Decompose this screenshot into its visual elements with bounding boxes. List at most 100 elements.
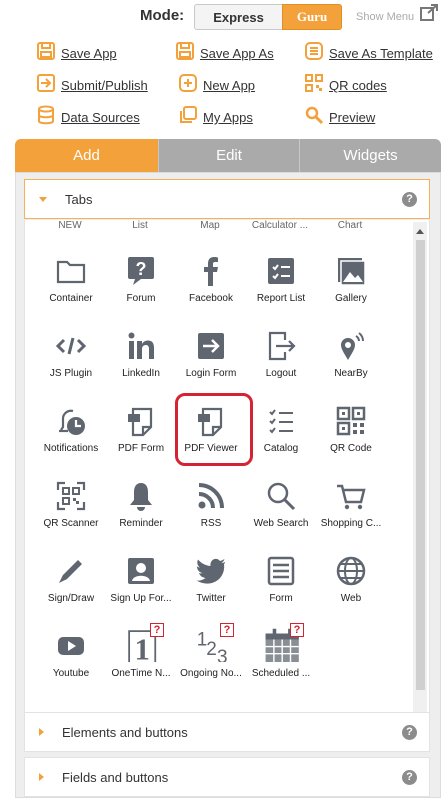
save-app-link[interactable]: Save App [36, 41, 117, 61]
widget-form[interactable]: Form [246, 555, 316, 630]
my-apps-link[interactable]: My Apps [178, 105, 253, 125]
notifications-icon [59, 409, 85, 435]
widget-nearby[interactable]: NearBy [316, 330, 386, 405]
widget-web[interactable]: Web [316, 555, 386, 630]
widget-container[interactable]: Container [36, 255, 106, 330]
tab-edit[interactable]: Edit [158, 139, 299, 172]
widget-label: NearBy [334, 368, 368, 379]
widget-forum[interactable]: ? Forum [106, 255, 176, 330]
save-as-template-link[interactable]: Save As Template [304, 41, 433, 61]
widget-logout[interactable]: Logout [246, 330, 316, 405]
new-app-link[interactable]: New App [178, 73, 255, 93]
save-icon [37, 42, 55, 60]
widget-report-list[interactable]: Report List [246, 255, 316, 330]
show-menu-link[interactable]: Show Menu [356, 11, 414, 23]
widget-facebook[interactable]: Facebook [176, 255, 246, 330]
widget-reminder[interactable]: Reminder [106, 480, 176, 555]
help-badge: ? [220, 623, 234, 637]
help-icon[interactable]: ? [402, 191, 417, 207]
accordion-title: Elements and buttons [62, 724, 188, 740]
tab-widgets[interactable]: Widgets [299, 139, 441, 172]
help-icon[interactable]: ? [402, 724, 417, 740]
login-icon [198, 333, 224, 359]
widget-catalog[interactable]: Catalog [246, 405, 316, 480]
widget-twitter[interactable]: Twitter [176, 555, 246, 630]
widget-youtube[interactable]: Youtube [36, 630, 106, 705]
signup-icon [128, 558, 154, 584]
submit-publish-link[interactable]: Submit/Publish [36, 73, 148, 93]
tab-add[interactable]: Add [15, 139, 158, 172]
widget-label: Chart [337, 220, 363, 231]
save-app-as-label: Save App As [200, 46, 274, 61]
accordion-title: Fields and buttons [62, 769, 169, 785]
catalog-icon [269, 409, 293, 434]
help-badge: ? [150, 623, 164, 637]
widget-shopping-cart[interactable]: Shopping C... [316, 480, 386, 555]
widget-label: Shopping C... [320, 518, 382, 529]
qr-codes-label: QR codes [329, 78, 387, 93]
save-app-as-link[interactable]: Save App As [175, 41, 274, 61]
widget-qr-code[interactable]: QR Code [316, 405, 386, 480]
accordion-title: Tabs [65, 191, 93, 207]
report-list-icon [268, 258, 294, 284]
template-icon [305, 42, 323, 60]
svg-text:?: ? [136, 259, 147, 279]
svg-text:2: 2 [206, 639, 217, 660]
widget-label: Scheduled ... [251, 668, 311, 679]
external-link-icon[interactable] [420, 3, 440, 21]
qr-code-icon [305, 74, 323, 92]
accordion-elements-and-buttons[interactable]: Elements and buttons ? [24, 712, 430, 752]
linkedin-icon [128, 332, 154, 359]
submit-icon [37, 74, 55, 92]
widget-sign-up-form[interactable]: Sign Up For... [106, 555, 176, 630]
mode-guru-button[interactable]: Guru [282, 4, 342, 30]
scroll-up-icon[interactable] [416, 229, 424, 234]
help-icon[interactable]: ? [402, 769, 417, 785]
widget-grid-scrollbar[interactable] [413, 222, 427, 727]
twitter-icon [196, 558, 225, 584]
widget-pdf-form[interactable]: PDF Form [106, 405, 176, 480]
chevron-down-icon [39, 196, 47, 202]
question-icon: ? [128, 257, 154, 285]
accordion-fields-and-buttons[interactable]: Fields and buttons ? [24, 757, 430, 797]
preview-label: Preview [329, 110, 376, 125]
rss-icon [198, 483, 224, 509]
pencil-icon [59, 560, 82, 583]
widget-label: Gallery [335, 293, 367, 304]
youtube-icon [58, 637, 84, 655]
logout-icon [268, 331, 296, 361]
preview-link[interactable]: Preview [304, 105, 375, 125]
svg-text:1: 1 [134, 632, 149, 662]
accordion-tabs[interactable]: Tabs ? [24, 179, 430, 219]
database-icon [38, 105, 54, 125]
search-icon [267, 482, 296, 511]
mode-express-button[interactable]: Express [194, 4, 283, 30]
widget-ongoing-notification[interactable]: 123 ? Ongoing No... [176, 623, 246, 705]
svg-text:3: 3 [217, 647, 228, 662]
folder-icon [56, 260, 86, 284]
widget-sign-draw[interactable]: Sign/Draw [36, 555, 106, 630]
data-sources-label: Data Sources [61, 110, 140, 125]
new-app-icon [179, 74, 197, 92]
data-sources-link[interactable]: Data Sources [36, 105, 140, 125]
my-apps-icon [180, 106, 197, 123]
widget-js-plugin[interactable]: JS Plugin [36, 330, 106, 405]
widget-web-search[interactable]: Web Search [246, 480, 316, 555]
widget-qr-scanner[interactable]: QR Scanner [36, 480, 106, 555]
qr-codes-link[interactable]: QR codes [304, 73, 387, 93]
widget-notifications[interactable]: Notifications [36, 405, 106, 480]
scroll-thumb[interactable] [416, 240, 425, 690]
submit-publish-label: Submit/Publish [61, 78, 148, 93]
chevron-right-icon [39, 773, 44, 781]
cart-icon [337, 484, 366, 510]
widget-rss[interactable]: RSS [176, 480, 246, 555]
widget-linkedin[interactable]: LinkedIn [106, 330, 176, 405]
widget-onetime-notification[interactable]: 1 ? OneTime N... [106, 623, 176, 705]
save-as-template-label: Save As Template [329, 46, 433, 61]
form-icon [267, 556, 295, 586]
save-app-label: Save App [61, 46, 117, 61]
chevron-right-icon [39, 728, 44, 736]
help-badge: ? [290, 623, 304, 637]
widget-scheduled-notification[interactable]: ? Scheduled ... [246, 623, 316, 705]
widget-gallery[interactable]: Gallery [316, 255, 386, 330]
